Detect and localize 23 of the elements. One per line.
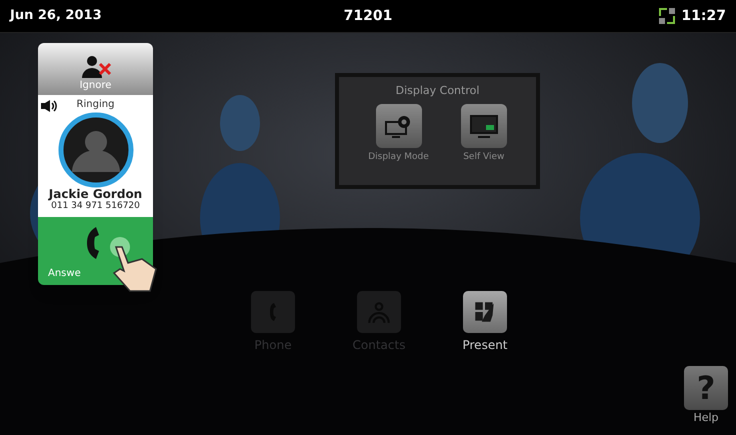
dock-item[interactable]: Present bbox=[452, 291, 518, 354]
call-status: Ringing bbox=[76, 98, 114, 112]
display-option[interactable]: Display Mode bbox=[368, 104, 429, 164]
extension-number: 71201 bbox=[344, 6, 392, 26]
network-icon bbox=[659, 8, 676, 24]
help-label: Help bbox=[693, 410, 719, 426]
person-cross-icon bbox=[80, 54, 112, 78]
date-text: Jun 26, 2013 bbox=[10, 7, 103, 26]
help-button[interactable]: ? Help bbox=[682, 366, 730, 426]
avatar-icon bbox=[58, 112, 134, 188]
caller-number: 011 34 971 516720 bbox=[51, 201, 140, 212]
ignore-button[interactable]: Ignore bbox=[38, 43, 153, 95]
help-glyph: ? bbox=[684, 366, 728, 410]
dock-label: Present bbox=[462, 337, 508, 354]
option-label: Self View bbox=[463, 150, 504, 164]
speaker-icon bbox=[41, 100, 57, 112]
clock-text: 11:27 bbox=[681, 6, 726, 26]
caller-name: Jackie Gordon bbox=[48, 188, 142, 201]
option-label: Display Mode bbox=[368, 150, 429, 164]
panel-title: Display Control bbox=[396, 83, 480, 99]
monitor-icon bbox=[470, 114, 498, 138]
display-option[interactable]: Self View bbox=[460, 104, 507, 164]
monitor-gear-icon bbox=[384, 114, 412, 138]
